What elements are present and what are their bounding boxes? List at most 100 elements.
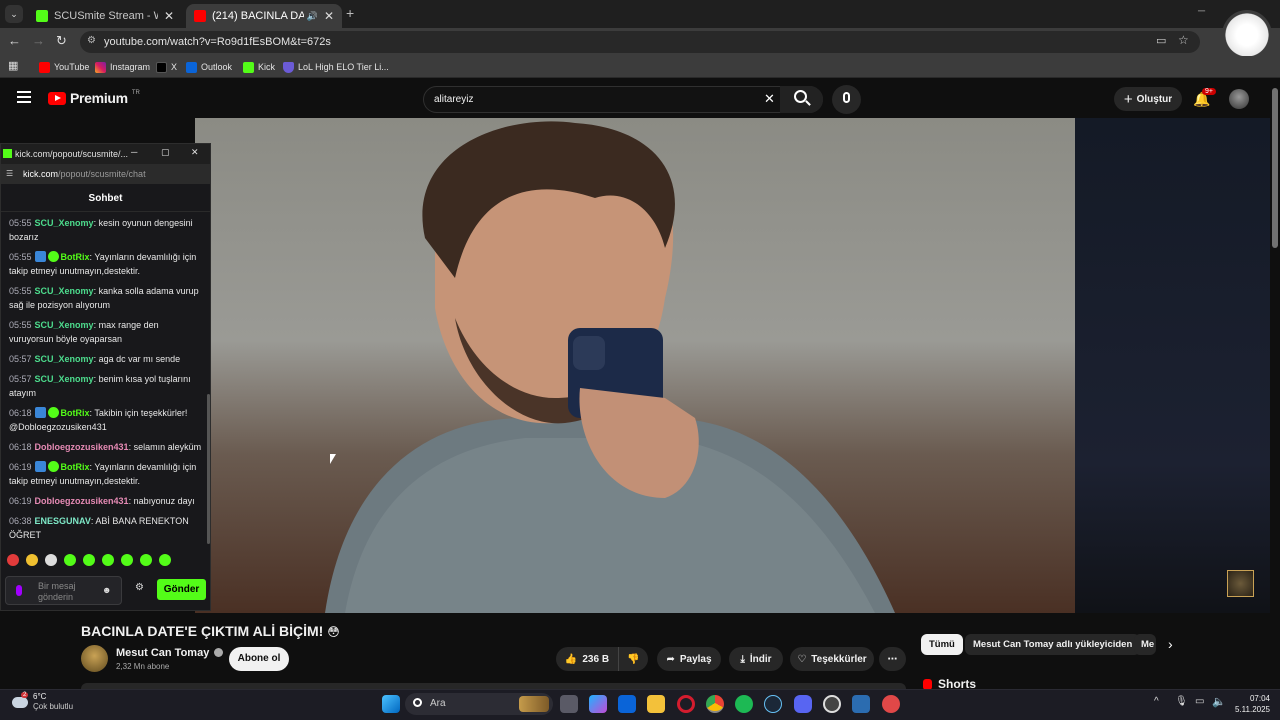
channel-avatar[interactable] — [81, 645, 108, 672]
volume-icon[interactable]: 🔈 — [1212, 695, 1226, 708]
windows-start-icon[interactable] — [382, 695, 400, 713]
network-icon[interactable]: ▭ — [1195, 696, 1204, 707]
minimize-window-icon[interactable]: ─ — [1198, 6, 1205, 17]
bookmark-star-icon[interactable]: ☆ — [1178, 33, 1189, 47]
message-username[interactable]: SCU_Xenomy — [35, 218, 94, 228]
emote-icon[interactable] — [26, 554, 38, 566]
chat-url-bar[interactable]: ☰ kick.com/popout/scusmite/chat — [1, 164, 210, 184]
chevron-right-icon[interactable]: › — [1168, 636, 1173, 652]
game-launcher-icon[interactable] — [852, 695, 870, 713]
copilot-icon[interactable] — [589, 695, 607, 713]
dislike-button[interactable]: 👎 — [618, 647, 648, 671]
emote-icon[interactable] — [45, 554, 57, 566]
message-username[interactable]: SCU_Xenomy — [35, 354, 94, 364]
like-button[interactable]: 👍 236 B — [556, 647, 618, 671]
cast-icon[interactable]: ▭ — [1156, 34, 1166, 47]
bookmark-lol-tier[interactable]: LoL High ELO Tier Li... — [283, 60, 389, 74]
message-username[interactable]: SCU_Xenomy — [35, 320, 94, 330]
message-username[interactable]: ENESGUNAV — [35, 516, 91, 526]
emote-icon[interactable] — [102, 554, 114, 566]
share-button[interactable]: ➦ Paylaş — [657, 647, 721, 671]
youtube-logo[interactable]: Premium TR — [48, 90, 140, 106]
taskbar-search[interactable]: Ara — [405, 693, 553, 715]
channel-watermark-icon[interactable] — [1227, 570, 1254, 597]
emote-icon[interactable] — [64, 554, 76, 566]
app-icon[interactable] — [882, 695, 900, 713]
close-icon[interactable]: ✕ — [164, 9, 174, 23]
account-avatar[interactable] — [1229, 89, 1249, 109]
address-bar[interactable]: ⚙ youtube.com/watch?v=Ro9d1fEsBOM&t=672s… — [80, 31, 1200, 53]
emote-icon[interactable] — [83, 554, 95, 566]
steam-icon[interactable] — [764, 695, 782, 713]
weather-widget[interactable]: 2 6°C Çok bulutlu — [12, 691, 73, 712]
maximize-icon[interactable]: ▢ — [161, 147, 170, 158]
chat-scrollbar[interactable] — [207, 394, 210, 544]
bookmark-instagram[interactable]: Instagram — [95, 60, 150, 74]
clock[interactable]: 07:04 5.11.2025 — [1230, 693, 1270, 715]
voice-search-button[interactable] — [832, 85, 861, 114]
tab-scusmite[interactable]: SCUSmite Stream - Watch Live o ✕ — [28, 4, 182, 28]
emote-icon[interactable] — [159, 554, 171, 566]
task-view-icon[interactable] — [560, 695, 578, 713]
thanks-button[interactable]: ♡ Teşekkürler — [790, 647, 874, 671]
page-scrollbar[interactable] — [1272, 88, 1278, 248]
message-username[interactable]: Dobloegzozusiken431 — [35, 496, 129, 506]
close-icon[interactable]: ✕ — [324, 9, 334, 23]
message-username[interactable]: Dobloegzozusiken431 — [35, 442, 129, 452]
outlook-app-icon[interactable] — [618, 695, 636, 713]
bookmark-kick[interactable]: Kick — [243, 60, 275, 74]
bookmark-youtube[interactable]: YouTube — [39, 60, 89, 74]
chip-more[interactable]: Me — [1134, 634, 1156, 655]
new-tab-button[interactable]: + — [346, 5, 354, 21]
search-button[interactable] — [780, 86, 823, 113]
discord-icon[interactable] — [794, 695, 812, 713]
message-username[interactable]: BotRix — [61, 408, 90, 418]
spotify-icon[interactable] — [735, 695, 753, 713]
emote-icon[interactable] — [140, 554, 152, 566]
chip-from-uploader[interactable]: Mesut Can Tomay adlı yükleyiciden — [965, 634, 1141, 655]
chip-all[interactable]: Tümü — [921, 634, 963, 655]
send-button[interactable]: Gönder — [157, 579, 206, 600]
message-username[interactable]: BotRix — [61, 252, 90, 262]
channel-name[interactable]: Mesut Can Tomay — [116, 647, 224, 659]
chat-settings-gear-icon[interactable]: ⚙ — [135, 582, 144, 593]
file-explorer-icon[interactable] — [647, 695, 665, 713]
subscribe-button[interactable]: Abone ol — [229, 647, 289, 671]
video-player[interactable] — [195, 118, 1270, 613]
download-button[interactable]: ⤓ İndir — [729, 647, 783, 671]
create-button[interactable]: + Oluştur — [1114, 87, 1182, 111]
emote-icon[interactable] — [7, 554, 19, 566]
minimize-icon[interactable]: ─ — [131, 147, 137, 157]
opera-icon[interactable] — [677, 695, 695, 713]
riot-client-icon[interactable] — [823, 695, 841, 713]
bookmark-x[interactable]: X — [156, 60, 177, 74]
reload-icon[interactable]: ↻ — [56, 33, 67, 49]
more-actions-button[interactable]: ⋯ — [879, 647, 906, 671]
forward-arrow-icon[interactable]: → — [32, 33, 45, 48]
site-info-icon[interactable]: ⚙ — [87, 35, 96, 46]
show-hidden-icons-chevron-icon[interactable]: ^ — [1154, 696, 1159, 707]
hamburger-menu-icon[interactable] — [17, 91, 31, 103]
clear-search-icon[interactable]: ✕ — [764, 91, 775, 107]
bookmark-label: Kick — [258, 62, 276, 72]
chrome-icon[interactable] — [706, 695, 724, 713]
notifications-button[interactable]: 🔔 9+ — [1193, 88, 1216, 109]
mic-icon[interactable] — [16, 585, 22, 596]
search-input[interactable]: alitareyiz ✕ — [423, 86, 823, 113]
profile-flower-icon[interactable] — [1222, 10, 1272, 60]
back-arrow-icon[interactable]: ← — [8, 33, 21, 48]
message-username[interactable]: SCU_Xenomy — [35, 286, 94, 296]
chat-message-list[interactable]: 05:55 SCU_Xenomy: kesin oyunun dengesini … — [1, 212, 207, 552]
emote-icon[interactable] — [121, 554, 133, 566]
chat-message-input[interactable]: Bir mesaj gönderin ☻ — [5, 576, 122, 605]
tab-search-button[interactable]: ⌄ — [5, 5, 23, 23]
close-icon[interactable]: ✕ — [191, 147, 199, 158]
emoji-icon[interactable]: ☻ — [102, 585, 111, 595]
bookmark-outlook[interactable]: Outlook — [186, 60, 232, 74]
apps-grid-icon[interactable]: ▦ — [8, 59, 18, 72]
tab-youtube[interactable]: (214) BACINLA DATE'E ÇIKTI 🔊 ✕ — [186, 4, 342, 28]
microphone-tray-icon[interactable]: 🎙 — [1175, 696, 1188, 707]
message-username[interactable]: SCU_Xenomy — [35, 374, 94, 384]
message-username[interactable]: BotRix — [61, 462, 90, 472]
speaker-icon[interactable]: 🔊 — [307, 11, 318, 22]
